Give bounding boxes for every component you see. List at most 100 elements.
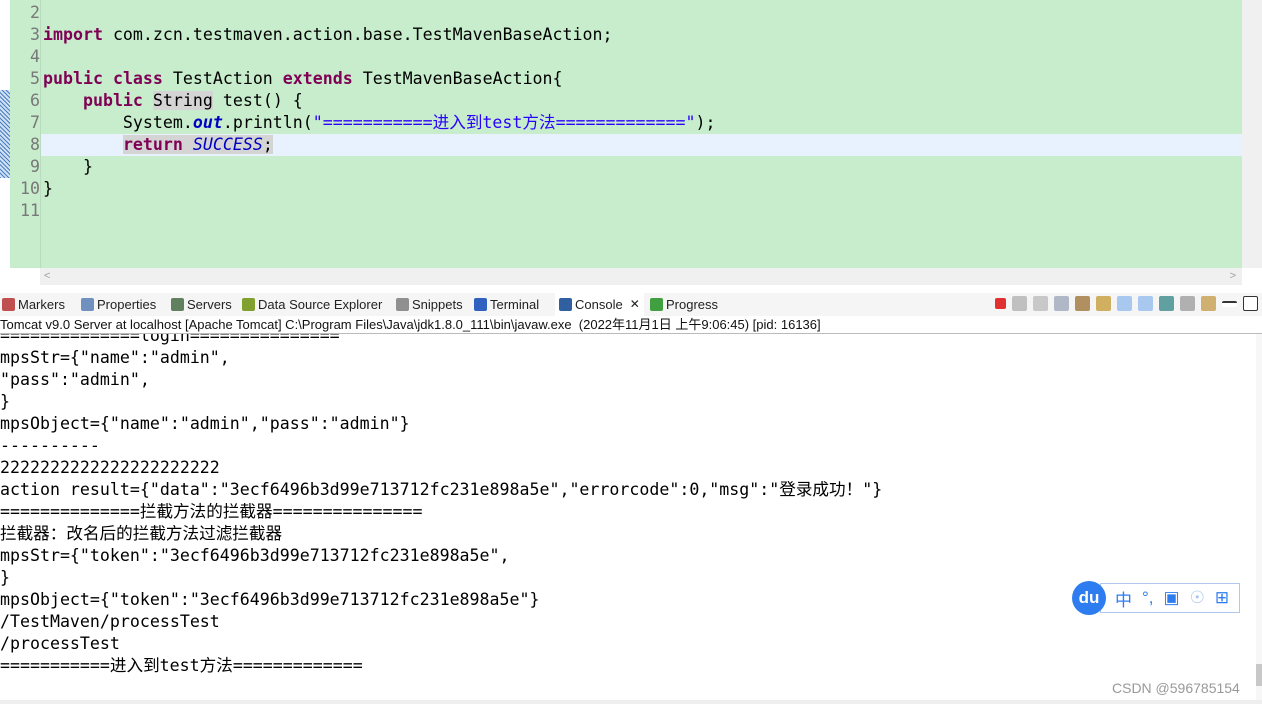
code-line[interactable]: return SUCCESS;	[41, 134, 1242, 156]
line-number: 5	[30, 69, 40, 88]
line-number: 8	[30, 135, 40, 154]
watermark: CSDN @596785154	[1112, 680, 1240, 696]
maximize-icon[interactable]	[1243, 296, 1258, 311]
console-line: /processTest	[0, 634, 120, 653]
remove-all-icon[interactable]	[1033, 296, 1048, 311]
tab-console[interactable]: Console ✕	[555, 293, 644, 316]
code-token: extends	[282, 69, 353, 88]
code-line[interactable]: import com.zcn.testmaven.action.base.Tes…	[41, 24, 1242, 46]
code-line[interactable]: }	[41, 178, 1242, 200]
line-number: 7	[30, 113, 40, 132]
open-console-icon[interactable]	[1201, 296, 1216, 311]
tab-label: Servers	[187, 297, 232, 312]
ime-punctuation-toggle[interactable]: °,	[1142, 588, 1154, 608]
code-token: }	[43, 157, 93, 176]
tab-label: Snippets	[412, 297, 463, 312]
tab-label: Progress	[666, 297, 719, 312]
ime-mode-toggle[interactable]: 中	[1115, 586, 1132, 611]
scroll-lock-icon[interactable]	[1075, 296, 1090, 311]
tab-progress[interactable]: Progress	[650, 293, 718, 316]
tab-label: Console	[575, 297, 623, 312]
code-token: .println(	[222, 113, 313, 132]
console-scrollbar[interactable]	[1256, 334, 1262, 700]
user-icon[interactable]: ☉	[1190, 588, 1205, 608]
close-icon[interactable]: ✕	[630, 293, 640, 316]
tab-snippets[interactable]: Snippets	[396, 293, 463, 316]
console-line: 2222222222222222222222	[0, 458, 220, 477]
pin-console-icon[interactable]	[1159, 296, 1174, 311]
editor-vertical-scrollbar[interactable]	[1242, 0, 1262, 268]
code-token	[182, 135, 193, 154]
properties-icon	[81, 298, 94, 311]
console-process-label: Tomcat v9.0 Server at localhost [Apache …	[0, 316, 1262, 334]
minimize-icon[interactable]	[1222, 300, 1237, 307]
code-line[interactable]: public class TestAction extends TestMave…	[41, 68, 1242, 90]
console-line: /TestMaven/processTest	[0, 612, 220, 631]
change-indicator	[0, 90, 10, 178]
code-token: System.	[43, 113, 193, 132]
line-number: 9	[30, 157, 40, 176]
display-console-icon[interactable]	[1180, 296, 1195, 311]
console-line: ===========进入到test方法=============	[0, 656, 363, 675]
line-number: 2	[30, 3, 40, 22]
console-horizontal-scrollbar[interactable]	[0, 700, 1262, 704]
scroll-left-icon[interactable]: <	[44, 270, 50, 282]
word-wrap-icon[interactable]	[1096, 296, 1111, 311]
code-token: SUCCESS	[192, 135, 263, 154]
console-line: ==============login===============	[0, 334, 340, 345]
code-line[interactable]: }	[41, 156, 1242, 178]
code-token: class	[112, 69, 163, 88]
editor-horizontal-scrollbar[interactable]: < >	[40, 268, 1242, 285]
console-line: mpsObject={"token":"3ecf6496b3d99e713712…	[0, 590, 540, 609]
code-token: TestAction	[162, 69, 283, 88]
tab-terminal[interactable]: Terminal	[474, 293, 539, 316]
console-line: ----------	[0, 436, 100, 455]
console-output[interactable]: ==============login=============== mpsStr…	[0, 334, 1256, 700]
grid-menu-icon[interactable]: ⊞	[1215, 588, 1229, 608]
tab-markers[interactable]: Markers	[2, 293, 65, 316]
show-on-stderr-icon[interactable]	[1138, 296, 1153, 311]
console-line: mpsObject={"name":"admin","pass":"admin"…	[0, 414, 410, 433]
code-line[interactable]: public String test() {	[41, 90, 1242, 112]
code-token: public	[82, 91, 143, 110]
line-number: 11	[20, 201, 40, 220]
tab-data-source-explorer[interactable]: Data Source Explorer	[242, 293, 382, 316]
code-line[interactable]	[41, 2, 1242, 24]
toolbox-icon[interactable]: ▣	[1164, 588, 1180, 608]
console-toolbar	[995, 296, 1258, 311]
remove-launch-icon[interactable]	[1012, 296, 1027, 311]
scroll-right-icon[interactable]: >	[1230, 270, 1236, 282]
line-number: 10	[20, 179, 40, 198]
code-token: }	[43, 179, 53, 198]
ime-logo[interactable]: du	[1072, 581, 1106, 615]
code-line[interactable]	[41, 200, 1242, 222]
line-number: 3	[30, 25, 40, 44]
scroll-thumb[interactable]	[1256, 664, 1262, 686]
code-token: com.zcn.testmaven.action.base.TestMavenB…	[102, 25, 613, 44]
console-line: mpsStr={"name":"admin",	[0, 348, 230, 367]
show-on-stdout-icon[interactable]	[1117, 296, 1132, 311]
tab-servers[interactable]: Servers	[171, 293, 232, 316]
terminate-icon[interactable]	[995, 298, 1006, 309]
data-source-icon	[242, 298, 255, 311]
code-token: String	[152, 91, 213, 110]
code-line[interactable]: System.out.println("===========进入到test方法…	[41, 112, 1242, 134]
code-token: TestMavenBaseAction{	[352, 69, 563, 88]
code-token: test() {	[212, 91, 303, 110]
code-token: ;	[262, 135, 273, 154]
code-area[interactable]: import com.zcn.testmaven.action.base.Tes…	[40, 0, 1242, 268]
code-editor[interactable]: 2 3 4 5 6 7 8 9 10 11 import com.zcn.testmaven.ac…	[0, 0, 1262, 268]
code-token: public	[43, 69, 103, 88]
code-line[interactable]	[41, 46, 1242, 68]
progress-icon	[650, 298, 663, 311]
code-token: out	[192, 113, 223, 132]
clear-console-icon[interactable]	[1054, 296, 1069, 311]
line-number: 4	[30, 47, 40, 66]
console-line: action result={"data":"3ecf6496b3d99e713…	[0, 480, 883, 499]
ime-toolbar[interactable]: du 中 °, ▣ ☉ ⊞	[1072, 581, 1241, 615]
tab-properties[interactable]: Properties	[81, 293, 156, 316]
